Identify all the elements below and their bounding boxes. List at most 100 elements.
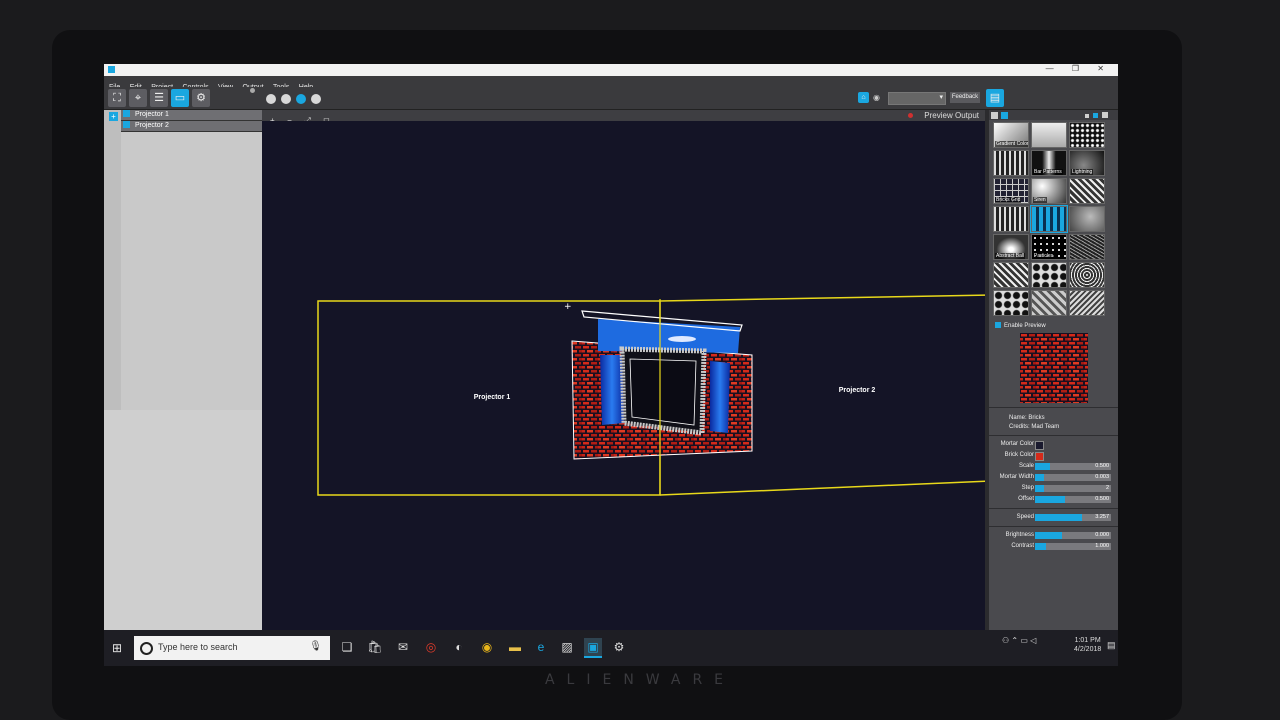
credits-value: Mad Team bbox=[1031, 424, 1060, 430]
network-icon[interactable]: ▭ bbox=[1020, 636, 1028, 645]
chrome-icon[interactable]: ◉ bbox=[478, 638, 496, 656]
projector-item-2[interactable]: Projector 2 bbox=[121, 121, 262, 132]
scale-slider[interactable]: 0.500 bbox=[1035, 463, 1111, 470]
document-icon: ▤ bbox=[989, 92, 1001, 104]
window-controls[interactable]: — ❐ ✕ bbox=[1046, 64, 1112, 73]
home-button[interactable]: ⌂ bbox=[858, 92, 869, 103]
play-button[interactable] bbox=[281, 94, 291, 104]
slider-value: 1.000 bbox=[1095, 543, 1109, 549]
mail-icon[interactable]: ✉ bbox=[394, 638, 412, 656]
effect-thumbnail[interactable] bbox=[1031, 122, 1067, 148]
projector-item-1[interactable]: Projector 1 bbox=[121, 110, 262, 121]
slider-value: 2 bbox=[1105, 485, 1109, 491]
effect-thumbnail[interactable] bbox=[1031, 262, 1067, 288]
effect-thumbnail[interactable]: Gradient Color bbox=[993, 122, 1029, 148]
effect-credits-row: Credits: Mad Team bbox=[1009, 423, 1118, 432]
effect-thumbnail[interactable] bbox=[1030, 205, 1068, 233]
task-view-icon[interactable]: ❏ bbox=[338, 638, 356, 656]
brightness-slider[interactable]: 0.000 bbox=[1035, 532, 1111, 539]
contrast-slider[interactable]: 1.000 bbox=[1035, 543, 1111, 550]
view-small-button[interactable] bbox=[1085, 114, 1089, 118]
slider-fill bbox=[1035, 543, 1047, 550]
projector-color-swatch bbox=[123, 121, 130, 128]
effect-library-grid: Gradient Color Bar Patterns Lightning Brick… bbox=[989, 120, 1118, 318]
taskbar: ⊞ Type here to search 🎙 ❏ 🛍 ✉ ◎ ◐ ◉ ▬ e … bbox=[104, 630, 1118, 666]
add-projector-button[interactable]: + bbox=[109, 112, 118, 121]
speed-slider[interactable]: 3.257 bbox=[1035, 514, 1111, 521]
window-inner-surface[interactable] bbox=[629, 358, 697, 426]
view-medium-button[interactable] bbox=[1093, 113, 1098, 118]
madmapper-icon[interactable]: ▣ bbox=[584, 638, 602, 658]
people-icon[interactable]: ⚇ bbox=[1002, 636, 1009, 645]
effect-thumbnail[interactable] bbox=[1031, 290, 1067, 316]
cortana-icon bbox=[140, 642, 153, 655]
library-tab-1[interactable] bbox=[991, 112, 998, 119]
effect-thumbnail[interactable]: Bricks Grid bbox=[993, 178, 1029, 204]
volume-icon[interactable]: ◁ bbox=[1030, 636, 1036, 645]
library-tab-2[interactable] bbox=[1001, 112, 1008, 119]
surface-tool-button[interactable]: ⛶ bbox=[108, 89, 126, 107]
enable-preview-toggle[interactable]: Enable Preview bbox=[995, 322, 1112, 329]
home-icon: ⌂ bbox=[861, 94, 866, 101]
slider-fill bbox=[1035, 532, 1062, 539]
list-tool-button[interactable]: ☰ bbox=[150, 89, 168, 107]
effect-thumbnail[interactable] bbox=[993, 150, 1029, 176]
view-large-button[interactable] bbox=[1102, 112, 1108, 118]
mortar-color-swatch[interactable] bbox=[1035, 441, 1044, 450]
brick-color-swatch[interactable] bbox=[1035, 452, 1044, 461]
pause-button[interactable] bbox=[266, 94, 276, 104]
pin-tool-button[interactable]: ⌖ bbox=[129, 89, 147, 107]
effect-thumbnail[interactable] bbox=[1069, 262, 1105, 288]
audio-input-select[interactable] bbox=[888, 92, 946, 105]
screen: — ❐ ✕ File Edit Project Controls View Ou… bbox=[104, 64, 1118, 666]
eye-icon[interactable]: ◉ bbox=[873, 93, 880, 102]
app-icon[interactable]: ◐ bbox=[450, 638, 468, 656]
slider-fill bbox=[1035, 463, 1051, 470]
right-pillar-surface[interactable] bbox=[710, 361, 730, 433]
mode-toggle-button[interactable]: ▤ bbox=[986, 89, 1004, 107]
blend-mode-button[interactable] bbox=[296, 94, 306, 104]
windows-start-icon[interactable]: ⊞ bbox=[112, 641, 122, 655]
effect-thumbnail[interactable]: Particles bbox=[1031, 234, 1067, 260]
store-icon[interactable]: 🛍 bbox=[366, 638, 384, 656]
param-label: Brightness bbox=[1005, 532, 1034, 538]
effect-thumbnail-label: Bricks Grid bbox=[995, 197, 1022, 203]
effect-thumbnail[interactable] bbox=[1069, 122, 1105, 148]
effect-thumbnail[interactable] bbox=[1069, 290, 1105, 316]
offset-slider[interactable]: 0.500 bbox=[1035, 496, 1111, 503]
edge-icon[interactable]: e bbox=[532, 638, 550, 656]
taskbar-search[interactable]: Type here to search 🎙 bbox=[134, 636, 330, 660]
system-tray[interactable]: ⚇ ⌃ ▭ ◁ bbox=[1002, 636, 1036, 645]
notification-icon[interactable]: ▤ bbox=[1107, 640, 1116, 651]
param-label: Contrast bbox=[1011, 543, 1034, 549]
audio-button[interactable] bbox=[311, 94, 321, 104]
effect-thumbnail[interactable]: Abstract Ball bbox=[993, 234, 1029, 260]
feedback-button[interactable]: Feedback bbox=[950, 92, 980, 103]
clock[interactable]: 1:01 PM 4/2/2018 bbox=[1074, 636, 1101, 654]
param-label: Speed bbox=[1016, 514, 1034, 520]
param-label: Mortar Color bbox=[1000, 441, 1034, 447]
effect-thumbnail[interactable] bbox=[993, 262, 1029, 288]
microphone-icon[interactable]: 🎙 bbox=[309, 641, 322, 652]
file-explorer-icon[interactable]: ▬ bbox=[506, 638, 524, 656]
slider-fill bbox=[1035, 485, 1045, 492]
mortar-width-slider[interactable]: 0.003 bbox=[1035, 474, 1111, 481]
output-tool-button[interactable]: ▭ bbox=[171, 89, 189, 107]
effect-info: Name: Bricks Credits: Mad Team bbox=[1009, 414, 1118, 432]
effect-thumbnail[interactable] bbox=[993, 206, 1029, 232]
chevron-up-icon[interactable]: ⌃ bbox=[1011, 636, 1018, 645]
effect-thumbnail[interactable] bbox=[1069, 206, 1105, 232]
effect-thumbnail[interactable]: Siren bbox=[1031, 178, 1067, 204]
effect-thumbnail[interactable]: Lightning bbox=[1069, 150, 1105, 176]
app-logo-icon bbox=[108, 66, 115, 73]
settings-tool-button[interactable]: ⚙ bbox=[192, 89, 210, 107]
notes-icon[interactable]: ▨ bbox=[558, 638, 576, 656]
settings-icon[interactable]: ⚙ bbox=[610, 638, 628, 656]
effect-thumbnail[interactable] bbox=[993, 290, 1029, 316]
effect-thumbnail[interactable] bbox=[1069, 234, 1105, 260]
effect-thumbnail[interactable] bbox=[1069, 178, 1105, 204]
step-slider[interactable]: 2 bbox=[1035, 485, 1111, 492]
mapping-canvas[interactable]: Projector 1 Projector 2 + bbox=[262, 121, 993, 601]
opera-icon[interactable]: ◎ bbox=[422, 638, 440, 656]
effect-thumbnail[interactable]: Bar Patterns bbox=[1031, 150, 1067, 176]
